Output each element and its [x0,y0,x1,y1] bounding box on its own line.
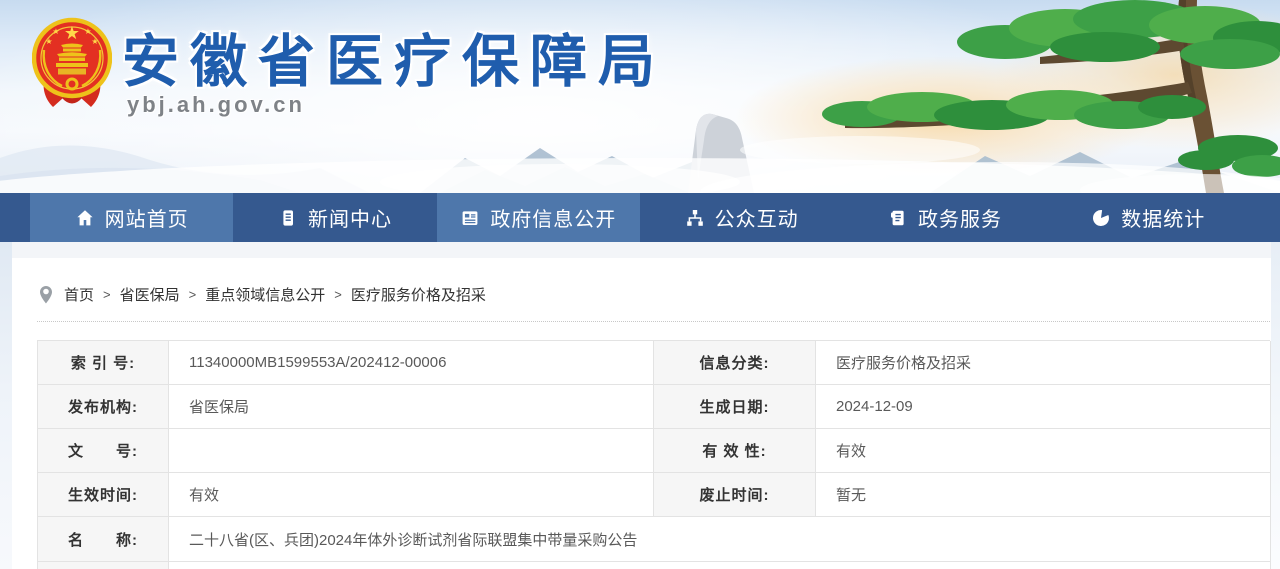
field-label-effective-date: 生效时间: [38,473,169,517]
field-value-index-number: 11340000MB1599553A/202412-00006 [169,341,654,385]
svg-text:★: ★ [64,23,80,43]
field-value-effective-date: 有效 [169,473,654,517]
breadcrumb-separator: > [103,287,111,302]
dotted-divider [37,321,1270,322]
left-gutter [0,242,12,569]
header-content-divider [0,242,1280,258]
breadcrumb-link-home[interactable]: 首页 [64,284,94,305]
field-value-repeal-date: 暂无 [816,473,1271,517]
nav-item-home[interactable]: 网站首页 [30,193,233,242]
breadcrumb: 首页 > 省医保局 > 重点领域信息公开 > 医疗服务价格及招采 [37,284,486,305]
breadcrumb-link-current[interactable]: 医疗服务价格及招采 [351,284,486,305]
breadcrumb-link-key-info[interactable]: 重点领域信息公开 [205,284,325,305]
nav-item-label: 政府信息公开 [490,203,616,232]
field-label-info-category: 信息分类: [654,341,816,385]
nav-item-statistics[interactable]: 数据统计 [1047,193,1250,242]
breadcrumb-separator: > [189,287,197,302]
content-card: 首页 > 省医保局 > 重点领域信息公开 > 医疗服务价格及招采 索 引 号: … [12,258,1271,569]
field-label-document-number: 文 号: [38,429,169,473]
field-label-validity: 有 效 性: [654,429,816,473]
site-header: ★ ★ ★ ★ ★ 安徽省医疗保障局 ybj.ah.gov.cn [0,0,1280,193]
breadcrumb-link-bureau[interactable]: 省医保局 [120,284,180,305]
nav-item-label: 新闻中心 [308,203,392,232]
svg-text:★: ★ [91,37,98,46]
info-table: 索 引 号: 11340000MB1599553A/202412-00006 信… [37,340,1270,569]
field-value-date-created: 2024-12-09 [816,385,1271,429]
field-label-index-number: 索 引 号: [38,341,169,385]
page: ★ ★ ★ ★ ★ 安徽省医疗保障局 ybj.ah.gov.cn 网站首页 [0,0,1280,569]
nav-item-public-interaction[interactable]: 公众互动 [640,193,843,242]
site-title: 安徽省医疗保障局 [122,16,666,98]
pie-chart-icon [1091,208,1111,228]
home-icon [75,208,95,228]
field-label-title: 名 称: [38,517,169,562]
breadcrumb-separator: > [334,287,342,302]
field-value-document-number [169,429,654,473]
nav-item-label: 数据统计 [1121,203,1205,232]
field-value-clipped [169,562,1271,569]
field-value-issuing-agency: 省医保局 [169,385,654,429]
notebook-icon [888,208,908,228]
national-emblem-logo[interactable]: ★ ★ ★ ★ ★ [32,12,112,116]
nav-item-label: 网站首页 [105,203,189,232]
field-label-date-created: 生成日期: [654,385,816,429]
field-value-validity: 有效 [816,429,1271,473]
field-label-clipped [38,562,169,569]
nav-item-label: 公众互动 [715,203,799,232]
nav-item-news[interactable]: 新闻中心 [233,193,436,242]
news-icon [278,208,298,228]
svg-text:★: ★ [84,27,91,36]
field-value-title: 二十八省(区、兵团)2024年体外诊断试剂省际联盟集中带量采购公告 [169,517,1271,562]
main-nav: 网站首页 新闻中心 政府信息公开 [0,193,1280,242]
field-value-info-category: 医疗服务价格及招采 [816,341,1271,385]
nav-item-gov-services[interactable]: 政务服务 [843,193,1046,242]
field-label-issuing-agency: 发布机构: [38,385,169,429]
svg-text:★: ★ [52,27,59,36]
right-gutter [1271,242,1280,569]
nav-item-label: 政务服务 [918,203,1002,232]
site-url: ybj.ah.gov.cn [127,92,305,118]
nav-item-info-disclosure[interactable]: 政府信息公开 [437,193,640,242]
sitemap-icon [685,208,705,228]
info-disclosure-icon [460,208,480,228]
field-label-repeal-date: 废止时间: [654,473,816,517]
location-pin-icon [37,285,55,305]
svg-text:★: ★ [45,37,52,46]
